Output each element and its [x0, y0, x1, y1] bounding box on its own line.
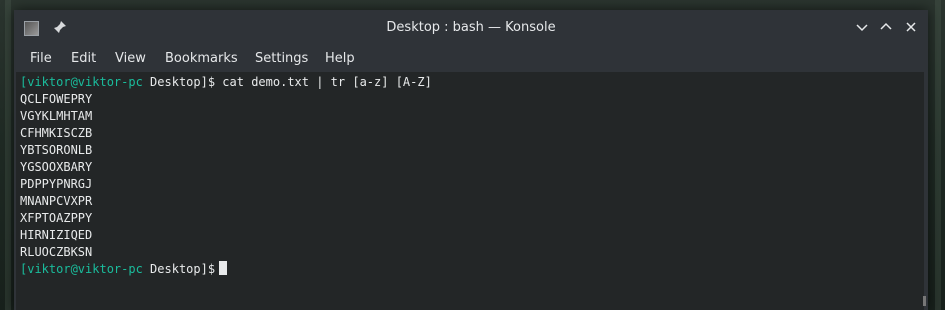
scrollbar-handle[interactable] [923, 296, 926, 306]
chevron-up-icon[interactable] [878, 20, 894, 36]
konsole-window: Desktop : bash — Konsole File Edit View … [14, 10, 928, 310]
text-cursor [219, 261, 228, 275]
terminal-scrollbar[interactable] [922, 72, 926, 310]
prompt-dir: Desktop]$ [142, 262, 216, 276]
output-line: VGYKLMHTAM [20, 109, 93, 123]
output-line: RLUOCZBKSN [20, 245, 93, 259]
output-line: YGSOOXBARY [20, 160, 93, 174]
chevron-down-icon[interactable] [854, 20, 870, 36]
title-bar[interactable]: Desktop : bash — Konsole [14, 10, 928, 46]
prompt-user-host: [viktor@viktor-pc [20, 75, 143, 89]
prompt-user-host: [viktor@viktor-pc [20, 262, 143, 276]
menu-bookmarks[interactable]: Bookmarks [165, 46, 238, 72]
command-text: cat demo.txt | tr [a-z] [A-Z] [215, 75, 432, 89]
output-line: QCLFOWEPRY [20, 92, 93, 106]
output-line: XFPTOAZPPY [20, 211, 93, 225]
output-line: CFHMKISCZB [20, 126, 93, 140]
menu-help[interactable]: Help [325, 46, 355, 72]
current-prompt-line: [viktor@viktor-pc Desktop]$ [20, 261, 228, 278]
menu-edit[interactable]: Edit [71, 46, 96, 72]
menu-settings[interactable]: Settings [255, 46, 308, 72]
menu-file[interactable]: File [30, 46, 52, 72]
terminal-area[interactable]: [viktor@viktor-pc Desktop]$ cat demo.txt… [16, 72, 924, 310]
output-line: PDPPYPNRGJ [20, 177, 93, 191]
output-line: YBTSORONLB [20, 143, 93, 157]
close-icon[interactable] [903, 20, 919, 36]
output-line: MNANPCVXPR [20, 194, 93, 208]
window-title: Desktop : bash — Konsole [386, 20, 556, 35]
menu-bar: File Edit View Bookmarks Settings Help [14, 46, 928, 72]
command-line: [viktor@viktor-pc Desktop]$ cat demo.txt… [20, 74, 432, 91]
menu-view[interactable]: View [115, 46, 146, 72]
prompt-dir: Desktop]$ [142, 75, 216, 89]
output-line: HIRNIZIQED [20, 228, 93, 242]
